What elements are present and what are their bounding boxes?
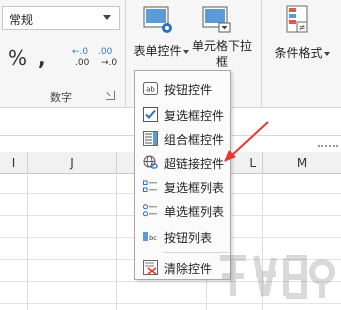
menu-item-label: 单选框列表 (164, 205, 225, 219)
decrease-decimal-icon-top: .00 (98, 47, 113, 57)
number-format-dropdown[interactable]: 常规 (2, 6, 120, 30)
number-group-label: 数字 (50, 91, 72, 104)
checkbox-list-icon (143, 180, 157, 192)
column-header-j[interactable]: J (28, 152, 117, 174)
cell-dropdown-label-line2: 框 (215, 55, 228, 69)
grid-line (27, 175, 28, 310)
group-divider (261, 0, 262, 107)
menu-item-label: 超链接控件 (164, 157, 225, 171)
svg-text:bc: bc (149, 234, 157, 242)
form-control-label: 表单控件 (133, 44, 182, 58)
combobox-control-icon (143, 131, 158, 146)
resize-grip-icon[interactable] (318, 145, 338, 148)
button-list-icon: bc (143, 232, 157, 242)
svg-text:ab: ab (146, 86, 155, 94)
percent-style-button[interactable]: % (8, 48, 27, 68)
group-divider (125, 0, 126, 107)
form-control-button[interactable]: 表单控件 (133, 43, 189, 59)
clear-controls-icon (143, 260, 158, 275)
dialog-launcher-icon[interactable] (106, 91, 115, 100)
menu-item-button-control[interactable]: ab 按钮控件 (135, 77, 230, 100)
increase-decimal-icon-top: ←.0 (72, 47, 89, 57)
comma-style-button[interactable]: , (38, 48, 46, 68)
hyperlink-control-icon (143, 155, 158, 169)
svg-text:≠: ≠ (299, 23, 306, 32)
chevron-down-icon (323, 51, 330, 56)
cell-dropdown-button[interactable]: 单元格下拉 框 (190, 38, 254, 70)
watermark-logo-icon (220, 255, 335, 299)
menu-item-radio-list[interactable]: 单选框列表 (135, 199, 230, 222)
menu-item-combobox-control[interactable]: 组合框控件 (135, 127, 230, 150)
form-control-icon[interactable] (143, 4, 173, 34)
increase-decimal-button[interactable]: ←.0 .00 (72, 47, 98, 71)
menu-item-label: 复选框列表 (164, 181, 225, 195)
menu-item-button-list[interactable]: bc 按钮列表 (135, 225, 230, 248)
number-format-value: 常规 (9, 13, 34, 27)
conditional-formatting-icon[interactable]: ≠ (283, 4, 313, 34)
conditional-formatting-label: 条件格式 (274, 46, 323, 60)
menu-item-hyperlink-control[interactable]: 超链接控件 (135, 151, 230, 174)
increase-decimal-icon-bottom: .00 (75, 58, 90, 68)
menu-item-label: 按钮控件 (164, 83, 213, 97)
column-header-i[interactable]: I (0, 152, 28, 174)
menu-item-label: 按钮列表 (164, 231, 213, 245)
menu-item-label: 清除控件 (164, 262, 213, 276)
decrease-decimal-icon-bottom: →.0 (101, 58, 118, 68)
column-header-m[interactable]: M (263, 152, 341, 174)
chevron-down-icon (182, 49, 189, 54)
cell-dropdown-label-line1: 单元格下拉 (191, 39, 252, 53)
conditional-formatting-button[interactable]: 条件格式 (266, 45, 338, 61)
cell-dropdown-icon[interactable] (202, 4, 232, 34)
decrease-decimal-button[interactable]: .00 →.0 (98, 47, 124, 71)
menu-item-label: 组合框控件 (164, 133, 225, 147)
menu-item-checkbox-control[interactable]: 复选框控件 (135, 103, 230, 126)
checkbox-control-icon (143, 107, 158, 122)
radio-list-icon (143, 204, 157, 217)
chevron-down-icon[interactable] (103, 15, 111, 20)
menu-item-checkbox-list[interactable]: 复选框列表 (135, 175, 230, 198)
button-control-icon: ab (143, 82, 158, 95)
menu-item-label: 复选框控件 (164, 109, 225, 123)
grid-line (116, 175, 117, 310)
